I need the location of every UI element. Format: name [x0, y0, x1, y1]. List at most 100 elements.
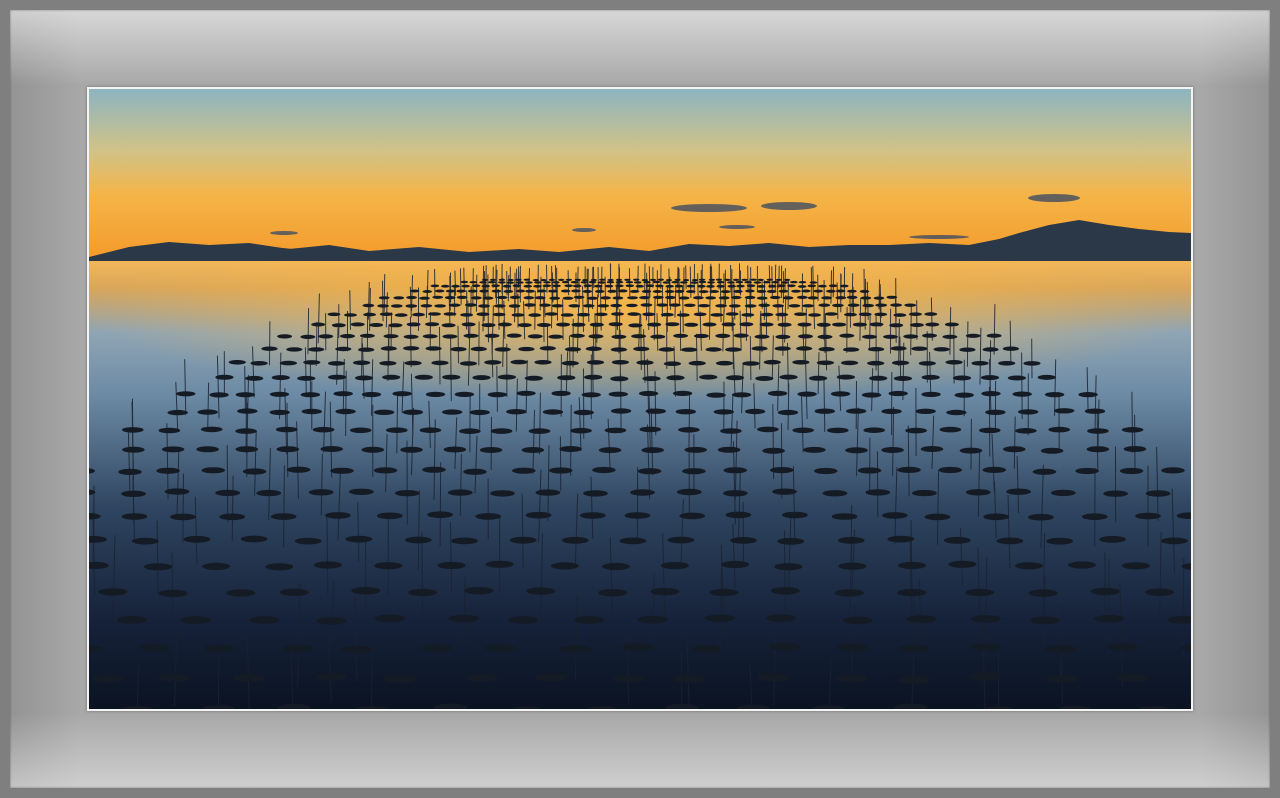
seaweed-patch	[427, 511, 453, 518]
seaweed-patch	[832, 322, 847, 327]
seaweed-patch	[294, 537, 322, 545]
seaweed-patch	[353, 360, 371, 366]
seaweed-patch	[844, 312, 857, 317]
seaweed-patch	[625, 281, 634, 284]
seaweed-patch	[1015, 428, 1037, 434]
seaweed-patch	[1050, 489, 1076, 497]
seaweed-patch	[581, 392, 601, 398]
seaweed-patch	[618, 289, 628, 293]
seaweed-patch	[965, 333, 981, 338]
seaweed-patch	[158, 589, 188, 598]
seaweed-patch	[588, 334, 604, 339]
seaweed-patch	[1121, 427, 1144, 433]
seaweed-patch	[782, 511, 808, 519]
seaweed-patch	[610, 376, 629, 382]
seaweed-patch	[612, 296, 624, 300]
seaweed-patch	[434, 304, 446, 308]
seaweed-patch	[443, 312, 457, 316]
seaweed-patch	[1106, 643, 1139, 652]
seaweed-patch	[641, 447, 664, 454]
seaweed-patch	[361, 446, 385, 453]
seaweed-patch	[509, 295, 521, 299]
seaweed-patch	[570, 427, 592, 434]
seaweed-patch	[315, 672, 348, 681]
seaweed-patch	[92, 674, 125, 683]
seaweed-patch	[744, 408, 766, 415]
seaweed-patch	[355, 375, 374, 381]
seaweed-patch	[807, 284, 817, 288]
seaweed-patch	[447, 489, 473, 496]
seaweed-patch	[568, 304, 581, 308]
seaweed-patch	[512, 284, 522, 288]
seaweed-patch	[763, 281, 771, 284]
seaweed-patch	[525, 281, 533, 284]
seaweed-patch	[604, 427, 627, 434]
seaweed-patch	[673, 674, 706, 683]
seaweed-patch	[688, 360, 706, 366]
seaweed-patch	[542, 409, 564, 415]
seaweed-patch	[374, 562, 403, 570]
seaweed-patch	[312, 426, 335, 433]
seaweed-patch	[869, 375, 888, 381]
seaweed-patch	[758, 303, 771, 307]
seaweed-patch	[592, 466, 616, 474]
seaweed-patch	[297, 375, 316, 381]
seaweed-patch	[797, 322, 812, 327]
seaweed-patch	[442, 409, 463, 415]
seaweed-patch	[720, 428, 742, 434]
seaweed-patch	[704, 614, 736, 622]
seaweed-patch	[1028, 513, 1054, 521]
seaweed-patch	[539, 346, 556, 351]
seaweed-patch	[791, 289, 801, 293]
seaweed-patch	[629, 289, 640, 293]
seaweed-patch	[574, 278, 581, 281]
seaweed-patch	[909, 323, 924, 327]
seaweed-patch	[497, 322, 512, 327]
seaweed-patch	[461, 284, 470, 288]
bamboo-pole	[1021, 352, 1023, 420]
seaweed-patch	[757, 673, 790, 682]
seaweed-patch	[451, 537, 478, 545]
seaweed-patch	[430, 284, 440, 288]
seaweed-patch	[838, 562, 867, 570]
seaweed-patch	[428, 312, 441, 316]
seaweed-patch	[471, 284, 481, 288]
seaweed-patch	[783, 278, 791, 281]
seaweed-patch	[269, 409, 290, 416]
seaweed-patch	[888, 390, 908, 397]
seaweed-patch	[727, 281, 735, 284]
seaweed-patch	[698, 278, 706, 281]
seaweed-patch	[409, 289, 420, 293]
seaweed-patch	[556, 322, 571, 327]
seaweed-patch	[777, 284, 786, 288]
seaweed-patch	[802, 304, 814, 308]
seaweed-patch	[508, 616, 539, 624]
seaweed-patch	[341, 645, 373, 654]
seaweed-patch	[599, 278, 606, 281]
seaweed-patch	[421, 644, 453, 653]
seaweed-patch	[459, 361, 477, 366]
seaweed-patch	[180, 616, 211, 624]
seaweed-patch	[1015, 562, 1043, 570]
seaweed-patch	[756, 285, 766, 288]
seaweed-patch	[597, 281, 606, 284]
bamboo-pole	[1096, 412, 1099, 472]
seaweed-patch	[598, 447, 622, 454]
bamboo-pole	[439, 462, 442, 547]
seaweed-patch	[881, 512, 908, 519]
seaweed-patch	[681, 347, 698, 352]
seaweed-patch	[465, 673, 499, 682]
bamboo-pole	[315, 321, 318, 366]
seaweed-patch	[797, 285, 807, 288]
seaweed-patch	[431, 360, 449, 366]
bamboo-pole	[307, 308, 310, 355]
seaweed-patch	[665, 284, 674, 288]
seaweed-patch	[1032, 468, 1057, 475]
seaweed-patch	[1006, 488, 1031, 495]
seaweed-patch	[768, 643, 801, 651]
seaweed-patch	[792, 427, 814, 434]
seaweed-patch	[279, 588, 309, 596]
seaweed-patch	[403, 334, 419, 339]
seaweed-patch	[161, 446, 185, 453]
bamboo-pole	[546, 264, 548, 293]
